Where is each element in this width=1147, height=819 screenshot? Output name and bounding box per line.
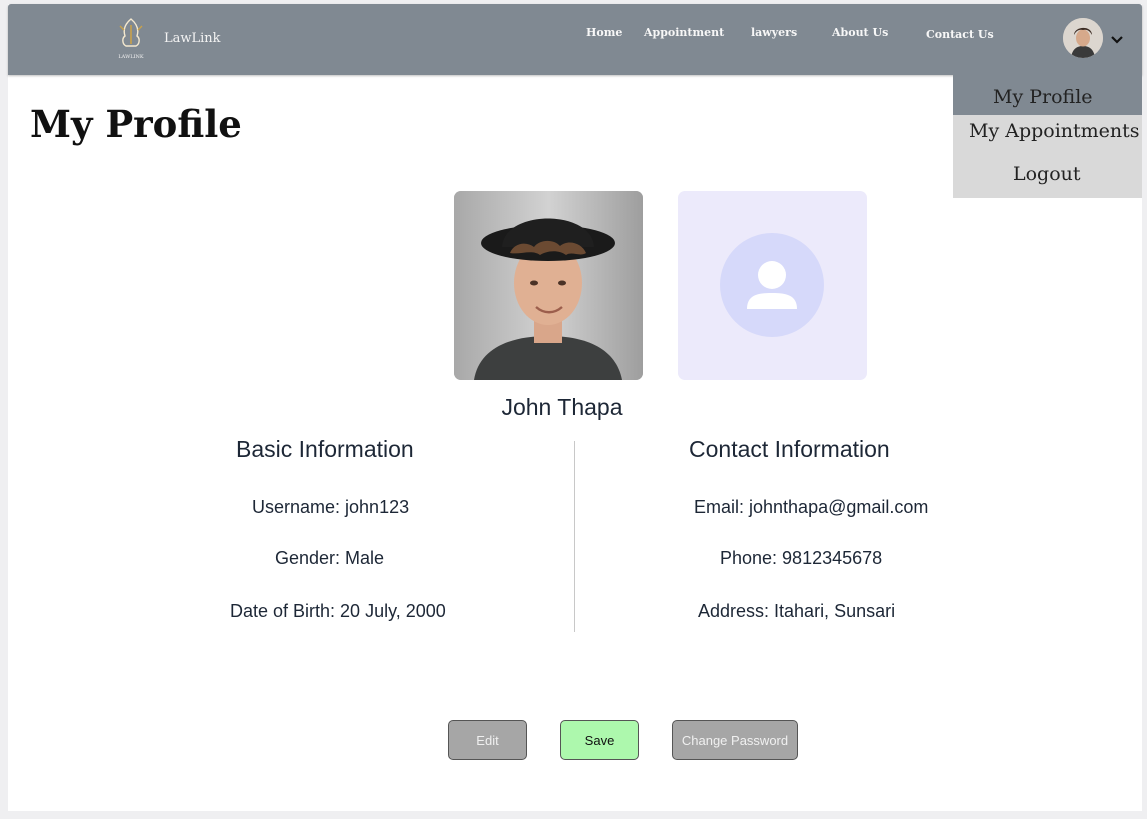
phone-field: Phone: 9812345678 [720,548,883,568]
profile-photo [454,191,643,380]
chevron-down-icon[interactable] [1109,34,1125,46]
address-field: Address: Itahari, Sunsari [698,601,896,621]
menu-item-my-appointments[interactable]: My Appointments [969,120,1140,142]
profile-dropdown-menu: My Profile My Appointments Logout [953,75,1142,198]
menu-item-my-profile[interactable]: My Profile [993,86,1093,108]
contact-info-title: Contact Information [689,436,890,462]
nav-appointment[interactable]: Appointment [644,26,724,39]
menu-item-logout[interactable]: Logout [1013,163,1081,185]
nav-about-us[interactable]: About Us [832,26,888,39]
logo-caption: LAWLINK [118,54,144,60]
top-navbar: LAWLINK LawLink Home Appointment lawyers… [8,4,1142,75]
basic-info-title: Basic Information [236,436,414,462]
section-divider [574,441,575,632]
user-avatar[interactable] [1063,18,1103,58]
dob-field: Date of Birth: 20 July, 2000 [230,601,446,621]
photo-placeholder[interactable] [678,191,867,380]
profile-page: LAWLINK LawLink Home Appointment lawyers… [8,4,1142,811]
page-title: My Profile [30,102,242,146]
user-placeholder-icon [747,261,797,309]
placeholder-circle [720,233,824,337]
nav-contact-us[interactable]: Contact Us [926,28,994,41]
save-button[interactable]: Save [560,720,639,760]
lawlink-logo-icon[interactable]: LAWLINK [114,16,148,62]
change-password-button[interactable]: Change Password [672,720,798,760]
brand-name[interactable]: LawLink [164,31,221,46]
email-field: Email: johnthapa@gmail.com [694,497,929,517]
nav-home[interactable]: Home [586,26,622,39]
gender-field: Gender: Male [275,548,385,568]
user-full-name: John Thapa [501,394,623,420]
nav-lawyers[interactable]: lawyers [751,26,797,39]
edit-button[interactable]: Edit [448,720,527,760]
username-field: Username: john123 [252,497,410,517]
